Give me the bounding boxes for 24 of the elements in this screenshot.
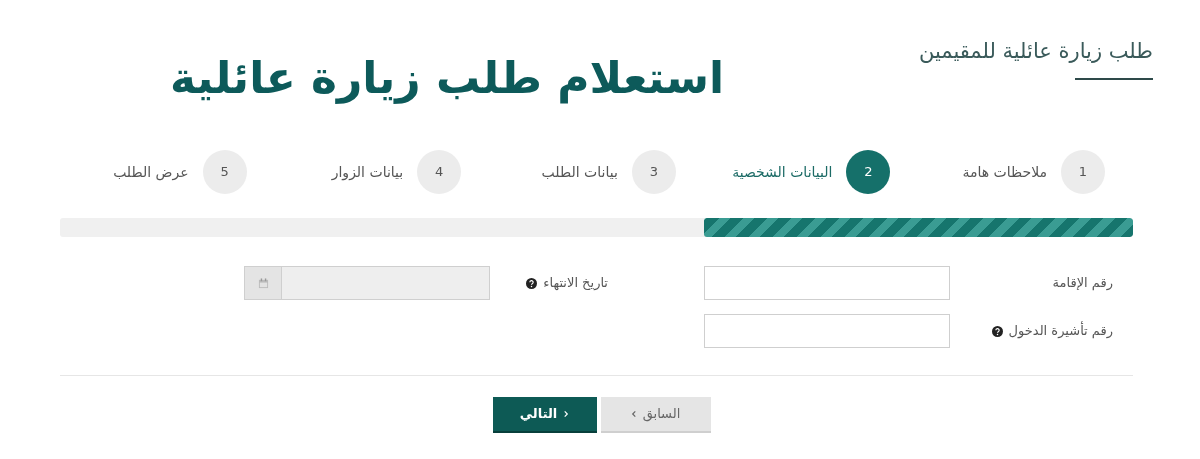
field-label: رقم الإقامة [1052,274,1113,293]
input-field[interactable] [704,266,950,300]
field-label: رقم تأشيرة الدخول [1008,321,1113,341]
field-label: تاريخ الانتهاء [543,274,608,293]
help-icon[interactable] [526,277,538,289]
chevron-icon [563,410,570,418]
step-number[interactable]: 3 [631,150,676,194]
previous-button[interactable]: السابق [600,397,711,433]
calendar-button[interactable] [244,266,281,300]
page-title: طلب زيارة عائلية للمقيمين [918,38,1153,65]
step-label: ملاحظات هامة [962,162,1047,182]
chevron-icon [630,410,637,418]
step-label: بيانات الزوار [331,162,404,183]
help-icon[interactable] [991,325,1003,337]
step-number[interactable]: 5 [202,150,247,194]
next-button[interactable]: التالي [492,397,597,433]
calendar-icon [257,277,269,289]
input-field[interactable] [704,314,950,348]
step-number[interactable]: 1 [1061,150,1105,194]
step-label: عرض الطلب [113,162,189,183]
step-label: بيانات الطلب [541,162,618,182]
step-label: البيانات الشخصية [732,162,833,182]
step-number[interactable]: 2 [846,150,891,194]
step-number[interactable]: 4 [417,150,462,194]
